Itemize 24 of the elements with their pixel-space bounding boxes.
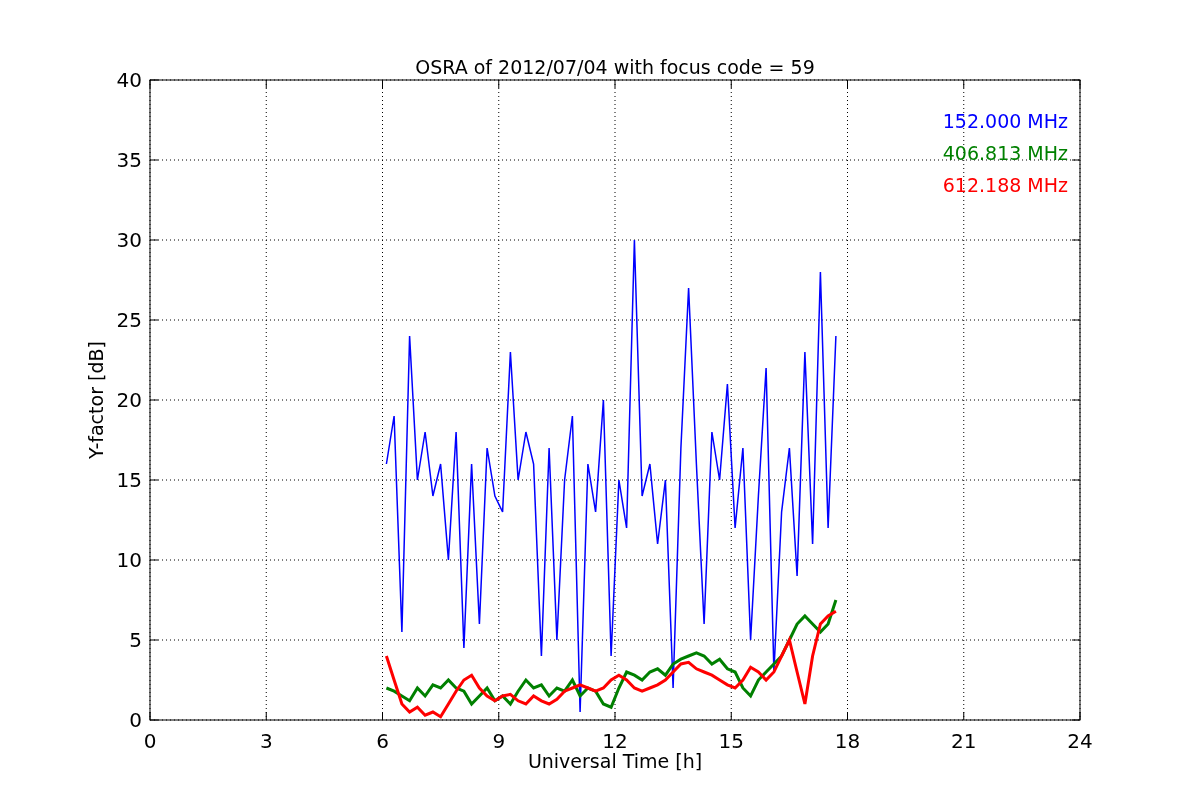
x-tick-label: 3 xyxy=(259,729,273,753)
x-tick-label: 0 xyxy=(143,729,157,753)
y-axis-label: Y-factor [dB] xyxy=(85,341,107,459)
y-tick-label: 5 xyxy=(129,628,142,652)
y-tick-label: 15 xyxy=(116,468,142,492)
x-axis-label: Universal Time [h] xyxy=(527,750,703,772)
chart-title: OSRA of 2012/07/04 with focus code = 59 xyxy=(415,56,815,78)
x-tick-label: 18 xyxy=(834,729,861,753)
y-tick-label: 10 xyxy=(116,548,142,572)
x-tick-label: 24 xyxy=(1067,729,1093,753)
legend-label: 612.188 MHz xyxy=(942,174,1068,196)
x-tick-label: 15 xyxy=(718,729,744,753)
y-tick-label: 20 xyxy=(116,388,142,412)
legend-label: 152.000 MHz xyxy=(942,110,1068,132)
y-tick-label: 0 xyxy=(129,708,142,732)
x-tick-label: 21 xyxy=(951,729,977,753)
y-tick-label: 25 xyxy=(116,308,142,332)
legend-label: 406.813 MHz xyxy=(942,142,1068,164)
x-tick-label: 6 xyxy=(376,729,389,753)
x-tick-label: 12 xyxy=(602,729,628,753)
y-tick-label: 35 xyxy=(116,148,142,172)
x-tick-label: 9 xyxy=(492,729,506,753)
y-tick-label: 40 xyxy=(116,68,142,92)
y-tick-label: 30 xyxy=(116,228,142,252)
